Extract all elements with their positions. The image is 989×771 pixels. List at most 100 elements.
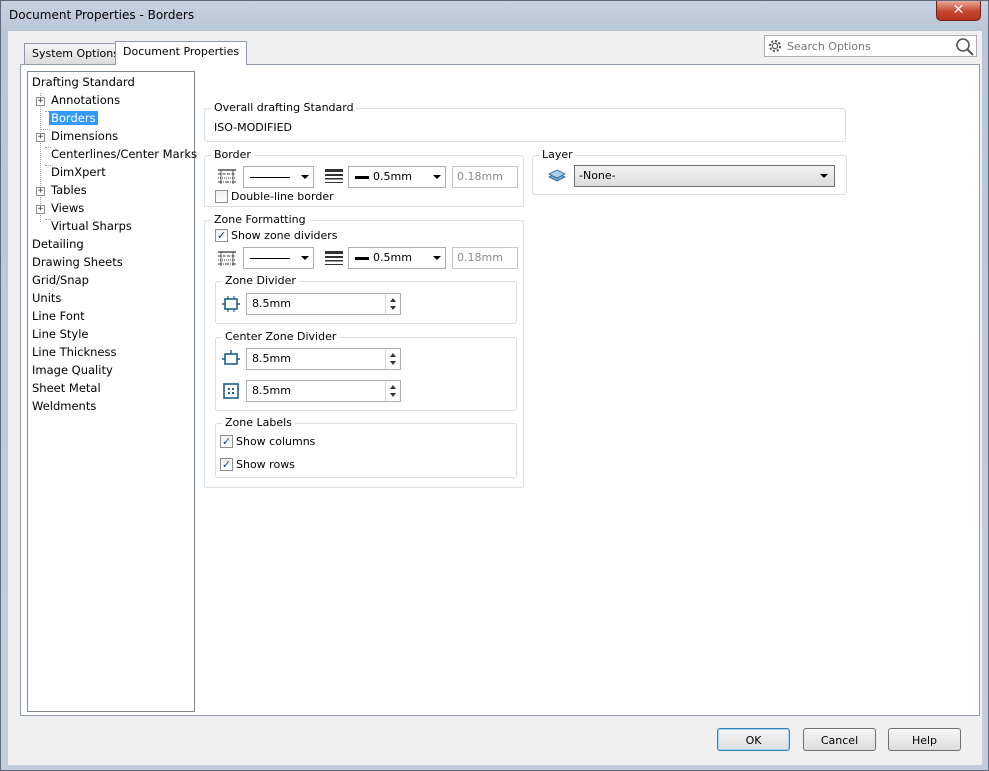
tree-item-grid-snap[interactable]: Grid/Snap: [32, 272, 89, 289]
document-properties-panel: Drafting Standard + Annotations Borders …: [20, 64, 980, 716]
show-zone-dividers-checkbox[interactable]: ✓ Show zone dividers: [215, 229, 338, 244]
expand-icon[interactable]: +: [36, 97, 45, 106]
tree-item-label: Tables: [51, 183, 87, 197]
tree-item-dimensions[interactable]: Dimensions: [51, 128, 118, 145]
cancel-button[interactable]: Cancel: [803, 728, 876, 751]
search-input[interactable]: [785, 38, 950, 54]
tab-label: Document Properties: [123, 45, 240, 58]
line-thickness-icon: [325, 169, 343, 183]
tree-item-line-thickness[interactable]: Line Thickness: [32, 344, 116, 361]
chevron-down-icon: [820, 174, 828, 178]
layer-group: Layer -None-: [532, 148, 847, 195]
zone-divider-icon: [222, 296, 240, 312]
check-icon: ✓: [221, 435, 232, 448]
arrow-up-icon[interactable]: [390, 298, 396, 302]
chevron-down-icon: [433, 175, 441, 179]
tree-item-drawing-sheets[interactable]: Drawing Sheets: [32, 254, 123, 271]
tree-item-borders[interactable]: Borders: [49, 110, 98, 127]
tree-item-units[interactable]: Units: [32, 290, 61, 307]
tree-item-centerlines[interactable]: Centerlines/Center Marks: [51, 146, 197, 163]
tree-item-label: Line Style: [32, 327, 89, 341]
tree-item-label: Borders: [49, 111, 98, 125]
group-title: Border: [211, 148, 254, 162]
tab-label: System Options: [32, 47, 119, 60]
arrow-down-icon[interactable]: [390, 306, 396, 310]
checkbox-box: [215, 190, 228, 203]
tree-item-weldments[interactable]: Weldments: [32, 398, 96, 415]
double-line-border-checkbox[interactable]: Double-line border: [215, 190, 334, 205]
thickness-value: 0.5mm: [373, 170, 412, 183]
tree-item-label: Views: [51, 201, 85, 215]
border-group: Border 0.5mm 0.18mm Double-line border: [204, 148, 524, 207]
spinner-buttons[interactable]: [385, 381, 400, 401]
tree-item-label: DimXpert: [51, 165, 106, 179]
tree-item-drafting-standard[interactable]: Drafting Standard: [32, 74, 135, 91]
group-title: Zone Divider: [222, 274, 299, 288]
tree-item-line-style[interactable]: Line Style: [32, 326, 89, 343]
tree-item-label: Drawing Sheets: [32, 255, 123, 269]
show-columns-checkbox[interactable]: ✓ Show columns: [220, 435, 315, 450]
zone-divider-spinner[interactable]: 8.5mm: [246, 293, 401, 315]
tree-item-line-font[interactable]: Line Font: [32, 308, 85, 325]
group-title: Center Zone Divider: [222, 330, 340, 344]
tree-item-image-quality[interactable]: Image Quality: [32, 362, 113, 379]
tab-system-options[interactable]: System Options: [24, 43, 127, 64]
tree-item-virtual-sharps[interactable]: Virtual Sharps: [51, 218, 132, 235]
tree-item-detailing[interactable]: Detailing: [32, 236, 84, 253]
line-sample: [250, 177, 290, 178]
arrow-up-icon[interactable]: [390, 385, 396, 389]
search-box[interactable]: [764, 35, 977, 57]
help-button[interactable]: Help: [888, 728, 961, 751]
border-thickness-dropdown[interactable]: 0.5mm: [348, 166, 446, 188]
arrow-down-icon[interactable]: [390, 361, 396, 365]
group-title: Overall drafting Standard: [211, 101, 357, 115]
arrow-down-icon[interactable]: [390, 393, 396, 397]
expand-icon[interactable]: +: [36, 205, 45, 214]
checkbox-label: Show columns: [236, 435, 316, 448]
magnifier-icon[interactable]: [955, 37, 975, 56]
center-zone-divider-spinner-1[interactable]: 8.5mm: [246, 348, 401, 370]
zone-custom-thickness-field[interactable]: 0.18mm: [452, 247, 518, 269]
window-title: Document Properties - Borders: [9, 8, 195, 22]
check-icon: ✓: [216, 229, 227, 242]
group-title: Zone Formatting: [211, 213, 309, 227]
tree-item-sheet-metal[interactable]: Sheet Metal: [32, 380, 101, 397]
tree-item-label: Sheet Metal: [32, 381, 101, 395]
spinner-value: 8.5mm: [252, 352, 291, 365]
checkbox-box: ✓: [220, 458, 233, 471]
check-icon: ✓: [221, 458, 232, 471]
center-divider-horizontal-icon: [222, 350, 240, 365]
expand-icon[interactable]: +: [36, 133, 45, 142]
close-button[interactable]: ✕: [936, 1, 981, 21]
tab-document-properties[interactable]: Document Properties: [115, 41, 248, 65]
gear-icon[interactable]: [767, 38, 783, 54]
arrow-up-icon[interactable]: [390, 353, 396, 357]
line-thickness-icon: [325, 251, 343, 265]
tree-item-views[interactable]: Views: [51, 200, 84, 217]
tree-item-label: Virtual Sharps: [51, 219, 132, 233]
spinner-value: 8.5mm: [252, 297, 291, 310]
chevron-down-icon: [301, 256, 309, 260]
spinner-buttons[interactable]: [385, 349, 400, 369]
tree-connector: [40, 129, 50, 130]
ok-button[interactable]: OK: [717, 728, 790, 751]
dialog-window: Document Properties - Borders ✕ System O…: [0, 0, 989, 771]
group-title: Zone Labels: [222, 416, 295, 430]
tree-item-tables[interactable]: Tables: [51, 182, 87, 199]
zone-thickness-dropdown[interactable]: 0.5mm: [348, 247, 446, 269]
tree-item-annotations[interactable]: Annotations: [51, 92, 120, 109]
border-custom-thickness-field[interactable]: 0.18mm: [452, 166, 518, 188]
show-rows-checkbox[interactable]: ✓ Show rows: [220, 458, 295, 473]
tree-item-dimxpert[interactable]: DimXpert: [51, 164, 106, 181]
border-line-style-dropdown[interactable]: [243, 166, 314, 188]
layer-dropdown[interactable]: -None-: [574, 165, 835, 187]
center-zone-divider-spinner-2[interactable]: 8.5mm: [246, 380, 401, 402]
expand-icon[interactable]: +: [36, 187, 45, 196]
checkbox-box: ✓: [215, 229, 228, 242]
zone-line-style-dropdown[interactable]: [243, 247, 314, 269]
spinner-buttons[interactable]: [385, 294, 400, 314]
options-tree[interactable]: Drafting Standard + Annotations Borders …: [27, 71, 197, 712]
title-bar[interactable]: Document Properties - Borders ✕: [1, 1, 988, 31]
tree-item-label: Drafting Standard: [32, 75, 135, 89]
line-sample: [250, 258, 290, 259]
